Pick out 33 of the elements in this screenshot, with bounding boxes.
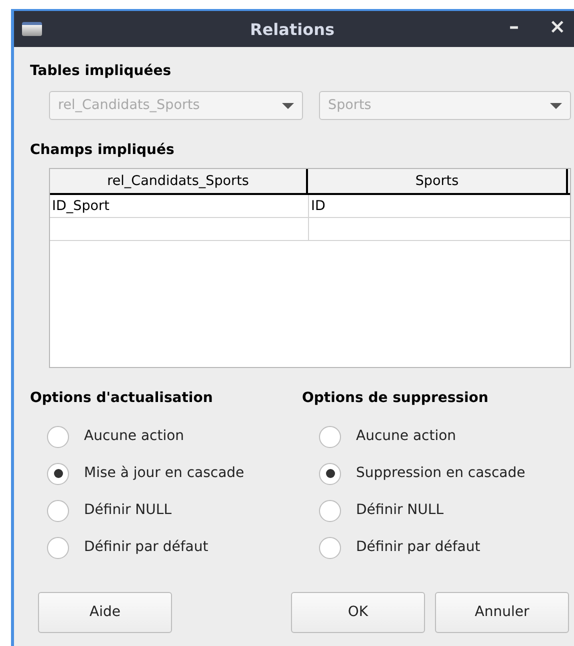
window-title: Relations <box>250 19 334 41</box>
radio-label[interactable]: Définir NULL <box>356 500 444 521</box>
section-heading: Options d'actualisation <box>30 389 214 408</box>
window-icon <box>22 22 42 36</box>
radio-button[interactable] <box>47 462 69 484</box>
section-heading: Tables impliquées <box>30 62 172 81</box>
column-header[interactable]: rel_Candidats_Sports <box>50 169 308 193</box>
radio-label[interactable]: Suppression en cascade <box>356 463 526 484</box>
radio-button[interactable] <box>319 500 341 522</box>
radio-label[interactable]: Aucune action <box>84 426 184 447</box>
radio-button[interactable] <box>47 426 69 448</box>
minimize-button[interactable]: – <box>509 16 519 36</box>
column-header[interactable]: Sports <box>308 169 568 193</box>
dialog-button[interactable]: Annuler <box>435 592 569 633</box>
dialog-button[interactable]: Aide <box>38 592 172 633</box>
table-cell: ID <box>311 198 326 214</box>
section-heading: Champs impliqués <box>30 141 176 160</box>
caret-icon <box>282 102 294 108</box>
dialog-button[interactable]: OK <box>291 592 425 633</box>
close-button[interactable]: × <box>549 16 566 36</box>
radio-label[interactable]: Définir par défaut <box>84 537 208 558</box>
radio-label[interactable]: Définir NULL <box>84 500 172 521</box>
radio-button[interactable] <box>319 462 341 484</box>
radio-label[interactable]: Définir par défaut <box>356 537 480 558</box>
radio-button[interactable] <box>319 536 341 558</box>
caret-icon <box>550 102 562 108</box>
radio-button[interactable] <box>319 426 341 448</box>
section-heading: Options de suppression <box>302 389 490 408</box>
radio-label[interactable]: Aucune action <box>356 426 456 447</box>
radio-button[interactable] <box>47 536 69 558</box>
radio-label[interactable]: Mise à jour en cascade <box>84 463 244 484</box>
table-cell: ID_Sport <box>52 198 110 214</box>
radio-button[interactable] <box>47 500 69 522</box>
